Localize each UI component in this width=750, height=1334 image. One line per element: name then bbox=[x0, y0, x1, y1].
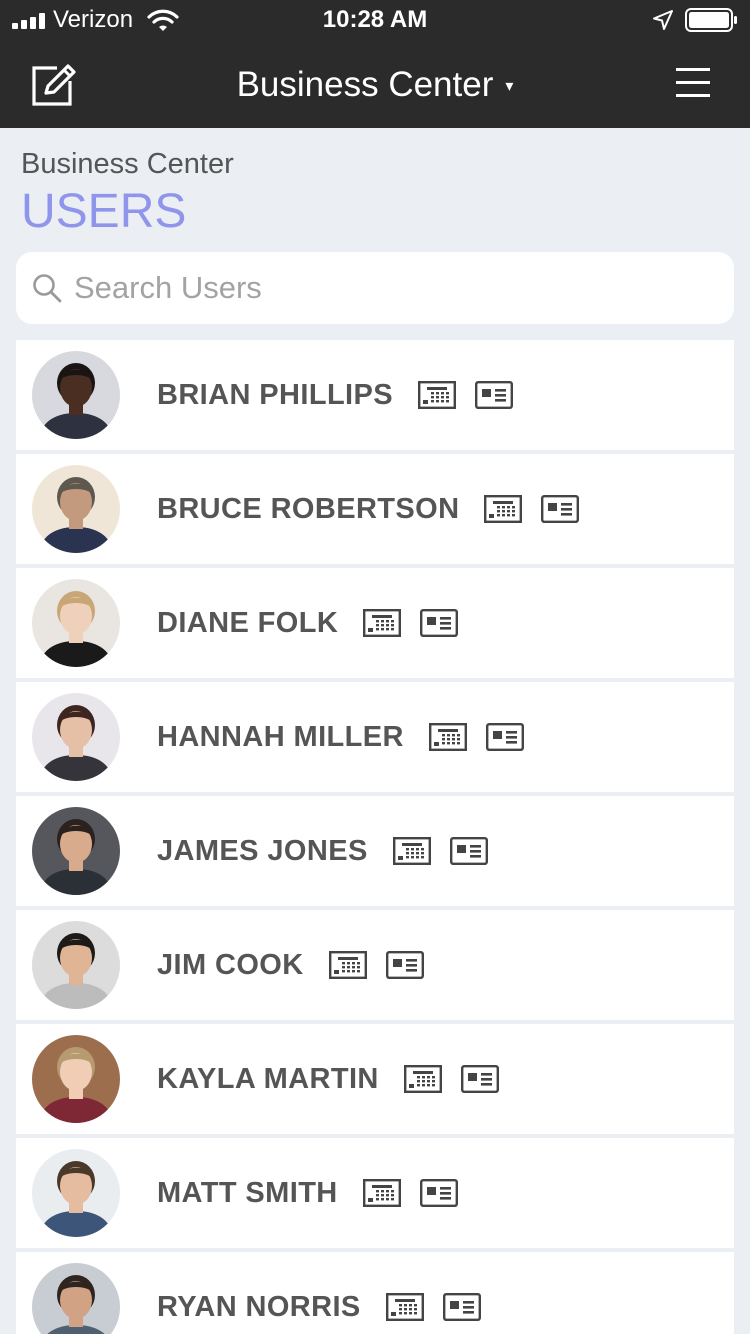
building-icon[interactable] bbox=[392, 837, 431, 865]
top-bar: Verizon 10:28 AM Business Center ▾ bbox=[0, 0, 750, 128]
building-icon[interactable] bbox=[428, 723, 467, 751]
avatar bbox=[32, 693, 120, 781]
building-icon[interactable] bbox=[363, 609, 402, 637]
building-icon[interactable] bbox=[328, 951, 367, 979]
building-icon[interactable] bbox=[484, 495, 523, 523]
avatar bbox=[32, 1149, 120, 1237]
location-arrow-icon bbox=[653, 10, 673, 30]
contact-card-icon[interactable] bbox=[460, 1065, 499, 1093]
contact-card-icon[interactable] bbox=[385, 951, 424, 979]
user-row-content: JAMES JONES bbox=[157, 796, 488, 906]
user-row-content: RYAN NORRIS bbox=[157, 1252, 481, 1334]
battery-icon bbox=[685, 8, 737, 32]
compose-edit-icon[interactable] bbox=[30, 62, 78, 108]
avatar bbox=[32, 807, 120, 895]
contact-card-icon[interactable] bbox=[475, 381, 513, 409]
user-row-diane-folk[interactable]: DIANE FOLK bbox=[16, 568, 734, 678]
contact-card-icon[interactable] bbox=[419, 1179, 458, 1207]
avatar bbox=[32, 579, 120, 667]
user-row-hannah-miller[interactable]: HANNAH MILLER bbox=[16, 682, 734, 792]
status-bar: Verizon 10:28 AM bbox=[0, 0, 750, 40]
breadcrumb: Business Center bbox=[21, 148, 234, 180]
chevron-down-icon: ▾ bbox=[505, 77, 514, 95]
user-row-content: BRUCE ROBERTSON bbox=[157, 454, 580, 564]
contact-card-icon[interactable] bbox=[420, 609, 459, 637]
user-row-matt-smith[interactable]: MATT SMITH bbox=[16, 1138, 734, 1248]
nav-title: Business Center ▾ bbox=[0, 64, 750, 108]
avatar bbox=[32, 921, 120, 1009]
user-row-content: JIM COOK bbox=[157, 910, 424, 1020]
avatar bbox=[32, 351, 120, 439]
building-icon[interactable] bbox=[385, 1293, 424, 1321]
user-row-brian-phillips[interactable]: BRIAN PHILLIPS bbox=[16, 340, 734, 450]
nav-title-label: Business Center bbox=[236, 65, 494, 104]
user-row-content: DIANE FOLK bbox=[157, 568, 459, 678]
search-icon bbox=[33, 274, 62, 303]
user-name: JAMES JONES bbox=[157, 834, 368, 867]
user-row-content: HANNAH MILLER bbox=[157, 682, 524, 792]
avatar bbox=[32, 1263, 120, 1334]
user-row-kayla-martin[interactable]: KAYLA MARTIN bbox=[16, 1024, 734, 1134]
contact-card-icon[interactable] bbox=[442, 1293, 481, 1321]
avatar bbox=[32, 465, 120, 553]
user-row-content: MATT SMITH bbox=[157, 1138, 458, 1248]
user-name: BRIAN PHILLIPS bbox=[157, 378, 393, 411]
page-title: USERS bbox=[21, 185, 187, 238]
building-icon[interactable] bbox=[362, 1179, 401, 1207]
user-row-content: BRIAN PHILLIPS bbox=[157, 340, 513, 450]
building-icon[interactable] bbox=[403, 1065, 442, 1093]
user-row-james-jones[interactable]: JAMES JONES bbox=[16, 796, 734, 906]
search-input[interactable] bbox=[74, 266, 714, 310]
avatar bbox=[32, 1035, 120, 1123]
user-name: HANNAH MILLER bbox=[157, 720, 404, 753]
business-center-dropdown[interactable]: Business Center ▾ bbox=[237, 64, 514, 108]
user-name: BRUCE ROBERTSON bbox=[157, 492, 460, 525]
user-name: RYAN NORRIS bbox=[157, 1290, 361, 1323]
search-bar bbox=[16, 252, 734, 324]
contact-card-icon[interactable] bbox=[485, 723, 524, 751]
user-row-content: KAYLA MARTIN bbox=[157, 1024, 499, 1134]
contact-card-icon[interactable] bbox=[541, 495, 580, 523]
user-row-jim-cook[interactable]: JIM COOK bbox=[16, 910, 734, 1020]
contact-card-icon[interactable] bbox=[449, 837, 488, 865]
user-name: KAYLA MARTIN bbox=[157, 1062, 379, 1095]
hamburger-menu-icon[interactable] bbox=[676, 68, 710, 98]
user-row-ryan-norris[interactable]: RYAN NORRIS bbox=[16, 1252, 734, 1334]
user-name: JIM COOK bbox=[157, 948, 304, 981]
building-icon[interactable] bbox=[418, 381, 456, 409]
user-row-bruce-robertson[interactable]: BRUCE ROBERTSON bbox=[16, 454, 734, 564]
user-name: DIANE FOLK bbox=[157, 606, 339, 639]
status-time: 10:28 AM bbox=[322, 6, 428, 33]
user-name: MATT SMITH bbox=[157, 1176, 338, 1209]
